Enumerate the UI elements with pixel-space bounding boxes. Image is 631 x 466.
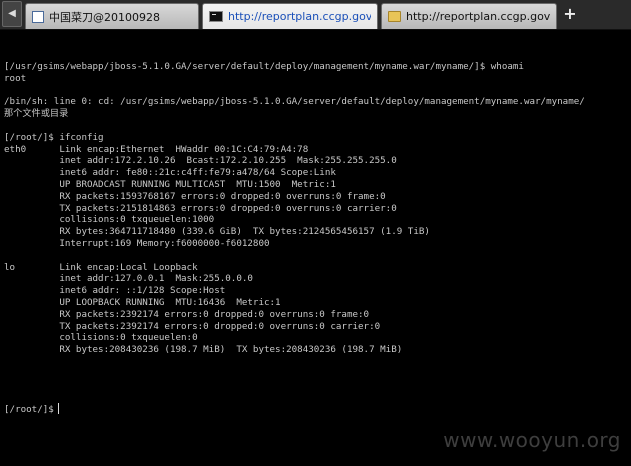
terminal-line: [/root/]$ ifconfig bbox=[4, 131, 104, 143]
terminal-output[interactable]: [/usr/gsims/webapp/jboss-5.1.0.GA/server… bbox=[4, 61, 631, 415]
terminal-line: inet6 addr: ::1/128 Scope:Host bbox=[4, 285, 226, 297]
terminal-prompt: [/root/]$ bbox=[4, 404, 54, 416]
terminal-icon bbox=[209, 11, 223, 22]
terminal-line: eth0 Link encap:Ethernet HWaddr 00:1C:C4… bbox=[4, 143, 309, 155]
terminal-line: inet addr:172.2.10.26 Bcast:172.2.10.255… bbox=[4, 155, 397, 167]
tab-bar: ◀ 中国菜刀@20100928 http://reportplan.ccgp.g… bbox=[0, 0, 631, 30]
terminal-line: inet addr:127.0.0.1 Mask:255.0.0.0 bbox=[4, 273, 253, 285]
terminal-line: UP LOOPBACK RUNNING MTU:16436 Metric:1 bbox=[4, 296, 281, 308]
terminal-line: collisions:0 txqueuelen:1000 bbox=[4, 214, 215, 226]
page-icon bbox=[32, 10, 44, 23]
terminal-line: TX packets:2151814863 errors:0 dropped:0… bbox=[4, 202, 397, 214]
text-cursor bbox=[57, 403, 59, 415]
terminal-line: RX packets:2392174 errors:0 dropped:0 ov… bbox=[4, 308, 370, 320]
terminal-line: RX bytes:364711718480 (339.6 GiB) TX byt… bbox=[4, 226, 430, 238]
terminal-prompt-line[interactable]: [/root/]$ bbox=[4, 403, 631, 415]
terminal-line: RX packets:1593768167 errors:0 dropped:0… bbox=[4, 190, 386, 202]
terminal-line: 那个文件或目录 bbox=[4, 108, 69, 120]
terminal-line: TX packets:2392174 errors:0 dropped:0 ov… bbox=[4, 320, 381, 332]
watermark: www.wooyun.org bbox=[443, 428, 621, 452]
terminal-line: /bin/sh: line 0: cd: /usr/gsims/webapp/j… bbox=[4, 96, 585, 108]
tab-label: http://reportplan.ccgp.gov.cn... bbox=[228, 10, 371, 23]
tab-file-manager[interactable]: http://reportplan.ccgp.gov.cn... bbox=[381, 3, 557, 29]
tab-terminal[interactable]: http://reportplan.ccgp.gov.cn... bbox=[202, 3, 378, 29]
tab-scroll-left-button[interactable]: ◀ bbox=[2, 1, 22, 27]
terminal-line: UP BROADCAST RUNNING MULTICAST MTU:1500 … bbox=[4, 178, 336, 190]
tab-label: http://reportplan.ccgp.gov.cn... bbox=[406, 10, 550, 23]
terminal-line: root bbox=[4, 72, 27, 84]
tab-caidao[interactable]: 中国菜刀@20100928 bbox=[25, 3, 199, 29]
tab-label: 中国菜刀@20100928 bbox=[49, 10, 160, 24]
terminal-line: lo Link encap:Local Loopback bbox=[4, 261, 198, 273]
folder-icon bbox=[388, 11, 401, 22]
new-tab-button[interactable]: + bbox=[560, 3, 580, 27]
terminal-line: RX bytes:208430236 (198.7 MiB) TX bytes:… bbox=[4, 344, 403, 356]
terminal-line: inet6 addr: fe80::21c:c4ff:fe79:a478/64 … bbox=[4, 167, 336, 179]
terminal-line: collisions:0 txqueuelen:0 bbox=[4, 332, 198, 344]
terminal-top-area bbox=[0, 30, 631, 47]
terminal-line: [/usr/gsims/webapp/jboss-5.1.0.GA/server… bbox=[4, 61, 524, 72]
terminal-line: Interrupt:169 Memory:f6000000-f6012800 bbox=[4, 237, 270, 249]
